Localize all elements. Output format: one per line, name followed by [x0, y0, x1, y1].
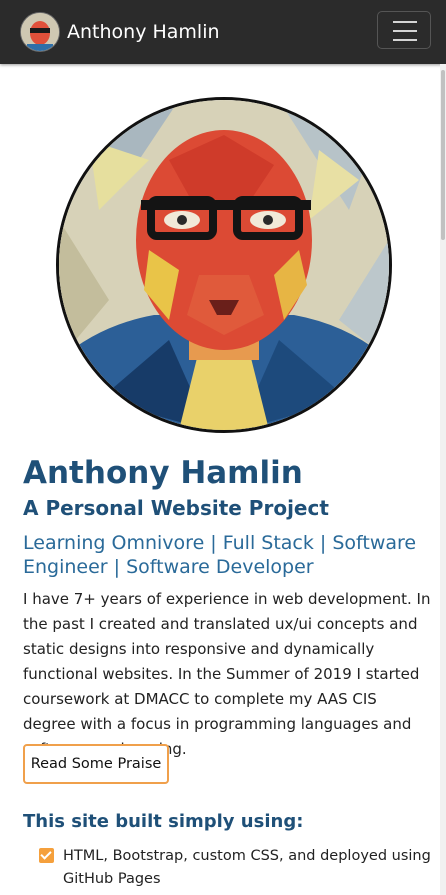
- bio-paragraph: I have 7+ years of experience in web dev…: [23, 590, 431, 758]
- scrollbar-thumb[interactable]: [441, 70, 445, 240]
- brand-link[interactable]: Anthony Hamlin: [20, 12, 220, 52]
- list-item-label: HTML, Bootstrap, custom CSS, and deploye…: [63, 848, 431, 887]
- avatar: [20, 12, 60, 52]
- scrollbar[interactable]: [440, 64, 446, 895]
- brand-name: Anthony Hamlin: [67, 21, 220, 43]
- top-navbar: Anthony Hamlin: [0, 0, 446, 64]
- page-title: Anthony Hamlin: [23, 455, 303, 491]
- profile-portrait: [56, 97, 392, 433]
- hamburger-menu-icon: [393, 21, 417, 41]
- navbar-toggler-button[interactable]: [377, 11, 431, 49]
- page-subtitle: A Personal Website Project: [23, 496, 329, 520]
- checkbox-icon: [39, 848, 54, 863]
- built-with-heading: This site built simply using:: [23, 811, 304, 832]
- roles-tagline: Learning Omnivore | Full Stack | Softwar…: [23, 532, 417, 578]
- read-praise-button[interactable]: Read Some Praise: [23, 744, 169, 784]
- list-item: HTML, Bootstrap, custom CSS, and deploye…: [39, 845, 431, 891]
